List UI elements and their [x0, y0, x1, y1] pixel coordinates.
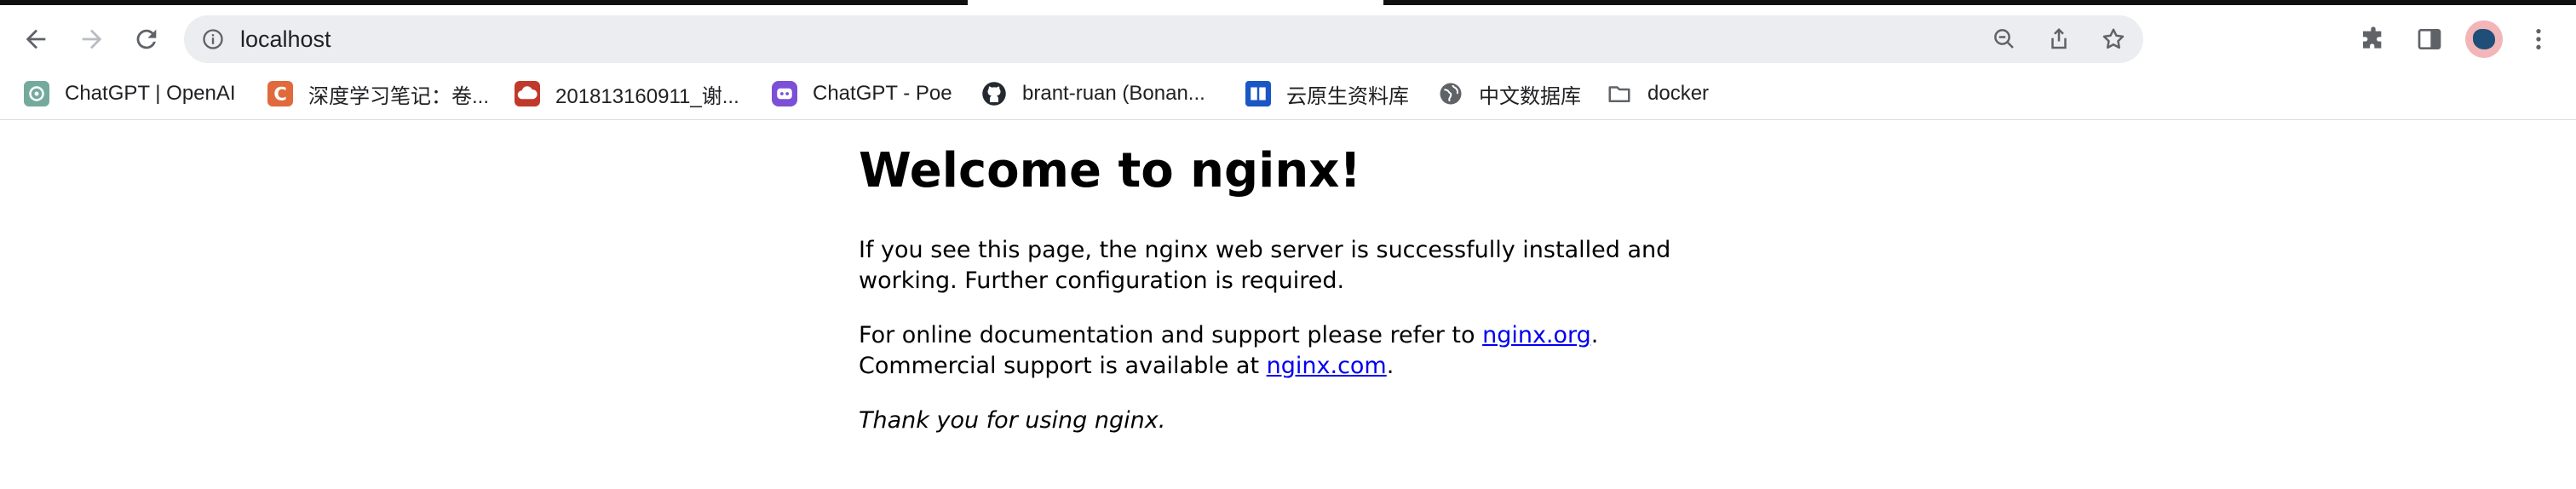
address-bar[interactable]: localhost — [184, 15, 2143, 63]
menu-kebab-icon[interactable] — [2518, 19, 2559, 60]
book-icon — [1245, 81, 1271, 106]
nginx-org-link[interactable]: nginx.org — [1482, 322, 1591, 348]
bookmark-star-icon[interactable] — [2094, 22, 2133, 56]
bookmark-item[interactable]: brant-ruan (Bonan... — [981, 77, 1205, 111]
bookmark-label: ChatGPT - Poe — [813, 82, 952, 105]
reload-icon — [136, 29, 157, 49]
docs-paragraph: For online documentation and support ple… — [859, 320, 1676, 382]
bookmarks-bar: ChatGPT | OpenAI C 深度学习笔记：卷... 201813160… — [0, 68, 2576, 120]
back-button[interactable] — [15, 19, 56, 60]
globe-icon — [1438, 81, 1463, 106]
cloud-drive-icon — [515, 81, 540, 106]
bookmark-label: docker — [1647, 82, 1710, 105]
bookmark-label: 201813160911_谢... — [555, 84, 739, 108]
svg-text:C: C — [273, 84, 287, 106]
bookmark-item[interactable]: ChatGPT | OpenAI — [24, 77, 236, 111]
openai-icon — [24, 81, 49, 106]
folder-icon — [1607, 81, 1632, 106]
browser-toolbar: localhost — [0, 5, 2576, 68]
bookmark-label: 云原生资料库 — [1286, 84, 1409, 108]
docs-text: For online documentation and support ple… — [859, 321, 1483, 348]
extensions-puzzle-icon[interactable] — [2353, 19, 2394, 60]
profile-avatar[interactable] — [2465, 20, 2503, 58]
nginx-com-link[interactable]: nginx.com — [1267, 353, 1387, 379]
thanks-text: Thank you for using nginx. — [859, 406, 1166, 434]
bookmark-item[interactable]: docker — [1607, 77, 1709, 111]
reload-button[interactable] — [126, 19, 167, 60]
bookmark-item[interactable]: C 深度学习笔记：卷... — [267, 77, 489, 111]
docs-period: . — [1590, 321, 1599, 348]
commercial-period: . — [1386, 352, 1394, 379]
forward-arrow-icon — [82, 29, 102, 49]
commercial-text: Commercial support is available at — [859, 352, 1267, 379]
bookmark-label: 中文数据库 — [1479, 84, 1581, 108]
c-logo-icon: C — [267, 81, 293, 106]
github-icon — [981, 81, 1007, 106]
side-panel-icon[interactable] — [2409, 19, 2450, 60]
profile-avatar-image — [2473, 29, 2495, 49]
forward-button[interactable] — [72, 19, 112, 60]
thanks-paragraph: Thank you for using nginx. — [859, 406, 1676, 436]
bookmark-label: 深度学习笔记：卷... — [308, 84, 490, 108]
intro-paragraph: If you see this page, the nginx web serv… — [859, 236, 1671, 294]
back-arrow-icon — [26, 29, 46, 49]
poe-icon — [772, 81, 797, 106]
bookmark-label: ChatGPT | OpenAI — [65, 82, 236, 105]
bookmark-item[interactable]: ChatGPT - Poe — [772, 77, 952, 111]
bookmark-item[interactable]: 云原生资料库 — [1245, 77, 1409, 111]
page-content: Welcome to nginx! If you see this page, … — [859, 145, 1676, 460]
bookmark-label: brant-ruan (Bonan... — [1022, 82, 1205, 105]
zoom-out-icon[interactable] — [1985, 22, 2024, 56]
url-text[interactable]: localhost — [240, 24, 331, 55]
share-icon[interactable] — [2039, 22, 2079, 56]
page-title: Welcome to nginx! — [859, 143, 1361, 198]
bookmark-item[interactable]: 中文数据库 — [1438, 77, 1581, 111]
bookmark-item[interactable]: 201813160911_谢... — [515, 77, 739, 111]
site-info-icon[interactable] — [199, 26, 227, 53]
